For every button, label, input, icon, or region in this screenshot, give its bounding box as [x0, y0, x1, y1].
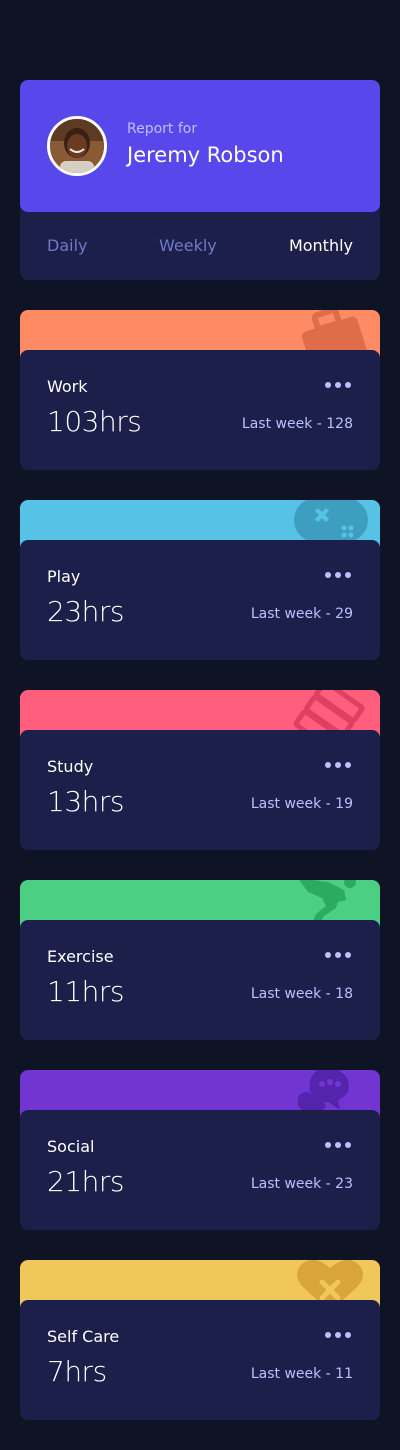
user-name: Jeremy Robson	[127, 143, 284, 167]
tab-daily[interactable]: Daily	[47, 236, 87, 255]
card-previous: Last week - 19	[250, 796, 353, 812]
card-previous: Last week - 11	[250, 1366, 353, 1382]
timeframe-tabs: Daily Weekly Monthly	[20, 212, 380, 280]
card-hours: 103hrs	[47, 405, 142, 438]
tab-weekly[interactable]: Weekly	[159, 236, 217, 255]
card-body: Social 21hrs Last week - 23	[20, 1110, 380, 1230]
card-study: Study 13hrs Last week - 19	[20, 690, 380, 850]
card-hours: 7hrs	[47, 1355, 107, 1388]
card-title: Play	[47, 567, 81, 586]
card-hours: 23hrs	[47, 595, 124, 628]
card-hours: 13hrs	[47, 785, 124, 818]
card-hours: 11hrs	[47, 975, 124, 1008]
card-hours: 21hrs	[47, 1165, 124, 1198]
card-previous: Last week - 128	[241, 416, 353, 432]
card-social: Social 21hrs Last week - 23	[20, 1070, 380, 1230]
card-body: Self Care 7hrs Last week - 11	[20, 1300, 380, 1420]
more-options-icon[interactable]	[325, 568, 353, 586]
card-title: Exercise	[47, 947, 114, 966]
card-exercise: Exercise 11hrs Last week - 18	[20, 880, 380, 1040]
card-self-care: Self Care 7hrs Last week - 11	[20, 1260, 380, 1420]
more-options-icon[interactable]	[325, 948, 353, 966]
card-play: Play 23hrs Last week - 29	[20, 500, 380, 660]
card-body: Work 103hrs Last week - 128	[20, 350, 380, 470]
profile-header: Report for Jeremy Robson	[20, 80, 380, 212]
card-previous: Last week - 18	[250, 986, 353, 1002]
profile-card: Report for Jeremy Robson Daily Weekly Mo…	[20, 80, 380, 280]
more-options-icon[interactable]	[325, 378, 353, 396]
avatar-image	[50, 119, 104, 173]
card-work: Work 103hrs Last week - 128	[20, 310, 380, 470]
card-body: Play 23hrs Last week - 29	[20, 540, 380, 660]
card-previous: Last week - 29	[250, 606, 353, 622]
more-options-icon[interactable]	[325, 1328, 353, 1346]
card-title: Self Care	[47, 1327, 120, 1346]
more-options-icon[interactable]	[325, 1138, 353, 1156]
tab-monthly[interactable]: Monthly	[289, 236, 353, 255]
card-title: Work	[47, 377, 88, 396]
card-title: Social	[47, 1137, 95, 1156]
avatar	[47, 116, 107, 176]
card-title: Study	[47, 757, 94, 776]
card-body: Study 13hrs Last week - 19	[20, 730, 380, 850]
card-body: Exercise 11hrs Last week - 18	[20, 920, 380, 1040]
card-previous: Last week - 23	[250, 1176, 353, 1192]
more-options-icon[interactable]	[325, 758, 353, 776]
report-for-label: Report for	[127, 121, 198, 137]
